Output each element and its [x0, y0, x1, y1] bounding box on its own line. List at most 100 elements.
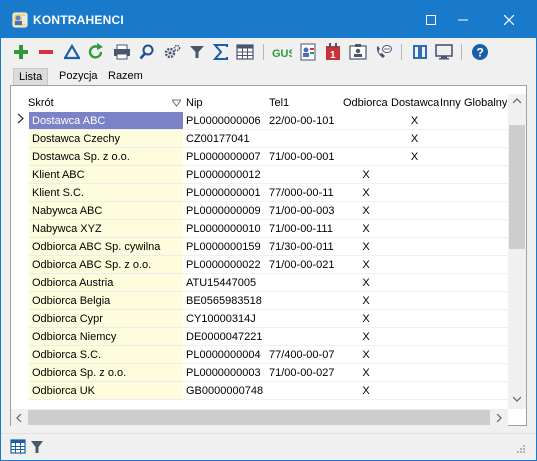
tab-pozycja[interactable]: Pozycja — [54, 68, 103, 85]
cell-globalny[interactable] — [463, 202, 508, 220]
horizontal-scroll-thumb[interactable] — [28, 410, 490, 425]
cell-dostawca[interactable] — [390, 166, 439, 184]
cell-tel[interactable]: 71/00-00-027 — [266, 364, 342, 382]
cell-name[interactable]: Odbiorca S.C. — [29, 346, 183, 364]
cell-globalny[interactable] — [463, 184, 508, 202]
cell-globalny[interactable] — [463, 256, 508, 274]
cell-dostawca[interactable] — [390, 364, 439, 382]
cell-odbiorca[interactable]: X — [342, 382, 390, 400]
cell-tel[interactable] — [266, 274, 342, 292]
cell-inny[interactable] — [439, 328, 463, 346]
cell-dostawca[interactable] — [390, 220, 439, 238]
table-row[interactable]: Odbiorca UK GB0000000748 X — [11, 382, 508, 400]
cell-tel[interactable]: 71/00-00-003 — [266, 202, 342, 220]
cell-name[interactable]: Odbiorca Austria — [29, 274, 183, 292]
cell-globalny[interactable] — [463, 130, 508, 148]
phone-button[interactable] — [372, 41, 394, 63]
cell-globalny[interactable] — [463, 166, 508, 184]
cell-tel[interactable]: 71/00-00-021 — [266, 256, 342, 274]
contractors-grid[interactable]: Skrót Nip Tel1 Odbiorca Dostawca Inny Gl… — [10, 85, 527, 426]
cell-dostawca[interactable] — [390, 184, 439, 202]
status-filter-icon[interactable] — [29, 439, 45, 455]
table-row[interactable]: Dostawca Sp. z o.o. PL0000000007 71/00-00-… — [11, 148, 508, 166]
table-row[interactable]: Nabywca XYZ PL0000000010 71/00-00-111 X — [11, 220, 508, 238]
cell-name[interactable]: Nabywca XYZ — [29, 220, 183, 238]
table-row[interactable]: Odbiorca Cypr CY10000314J X — [11, 310, 508, 328]
cell-inny[interactable] — [439, 202, 463, 220]
cell-nip[interactable]: PL0000000001 — [183, 184, 266, 202]
cell-dostawca[interactable] — [390, 292, 439, 310]
cell-dostawca[interactable] — [390, 346, 439, 364]
cell-globalny[interactable] — [463, 382, 508, 400]
cell-dostawca[interactable]: X — [390, 148, 439, 166]
cell-odbiorca[interactable]: X — [342, 166, 390, 184]
maximize-button[interactable] — [419, 1, 443, 38]
table-row[interactable]: Nabywca ABC PL0000000009 71/00-00-003 X — [11, 202, 508, 220]
column-header-odbiorca[interactable]: Odbiorca — [343, 94, 388, 112]
print-button[interactable] — [111, 41, 133, 63]
column-header-name[interactable]: Skrót — [28, 94, 54, 112]
cell-dostawca[interactable]: X — [390, 112, 439, 130]
table-row[interactable]: Odbiorca Austria ATU15447005 X — [11, 274, 508, 292]
settings-button[interactable] — [161, 41, 183, 63]
close-button[interactable] — [486, 1, 532, 38]
cell-odbiorca[interactable]: X — [342, 238, 390, 256]
cell-tel[interactable] — [266, 382, 342, 400]
cell-tel[interactable] — [266, 292, 342, 310]
table-row[interactable]: Odbiorca Belgia BE0565983518 X — [11, 292, 508, 310]
cell-odbiorca[interactable]: X — [342, 310, 390, 328]
minimize-button[interactable] — [440, 1, 486, 38]
cell-globalny[interactable] — [463, 220, 508, 238]
cell-dostawca[interactable] — [390, 202, 439, 220]
cell-nip[interactable]: PL0000000007 — [183, 148, 266, 166]
cell-inny[interactable] — [439, 256, 463, 274]
cell-odbiorca[interactable]: X — [342, 184, 390, 202]
table-row[interactable]: Odbiorca Sp. z o.o. PL0000000003 71/00-00-… — [11, 364, 508, 382]
cell-inny[interactable] — [439, 382, 463, 400]
cell-globalny[interactable] — [463, 148, 508, 166]
columns-button[interactable] — [234, 41, 256, 63]
table-row[interactable]: Odbiorca Niemcy DE0000047221 X — [11, 328, 508, 346]
cell-odbiorca[interactable]: X — [342, 274, 390, 292]
table-row[interactable]: Klient ABC PL0000000012 X — [11, 166, 508, 184]
refresh-button[interactable] — [85, 41, 107, 63]
cell-nip[interactable]: PL0000000006 — [183, 112, 266, 130]
cell-tel[interactable] — [266, 130, 342, 148]
vertical-scrollbar[interactable] — [508, 94, 526, 409]
horizontal-scrollbar[interactable] — [11, 409, 508, 426]
resize-grip-icon[interactable] — [516, 444, 526, 454]
cell-inny[interactable] — [439, 130, 463, 148]
title-bar[interactable]: KONTRAHENCI — [1, 1, 536, 38]
cell-inny[interactable] — [439, 274, 463, 292]
cell-nip[interactable]: GB0000000748 — [183, 382, 266, 400]
cell-nip[interactable]: PL0000000022 — [183, 256, 266, 274]
cell-nip[interactable]: PL0000000012 — [183, 166, 266, 184]
cell-globalny[interactable] — [463, 310, 508, 328]
cell-inny[interactable] — [439, 238, 463, 256]
cell-tel[interactable]: 71/00-00-001 — [266, 148, 342, 166]
cell-dostawca[interactable] — [390, 238, 439, 256]
cell-globalny[interactable] — [463, 346, 508, 364]
cell-tel[interactable]: 22/00-00-101 — [266, 112, 342, 130]
cell-inny[interactable] — [439, 184, 463, 202]
cell-nip[interactable]: PL0000000004 — [183, 346, 266, 364]
grid-view-icon[interactable] — [10, 439, 26, 455]
cell-dostawca[interactable] — [390, 310, 439, 328]
table-row[interactable]: Odbiorca ABC Sp. cywilna PL0000000159 71/3… — [11, 238, 508, 256]
cell-dostawca[interactable] — [390, 274, 439, 292]
remove-button[interactable] — [35, 41, 57, 63]
cell-nip[interactable]: PL0000000159 — [183, 238, 266, 256]
cell-nip[interactable]: CY10000314J — [183, 310, 266, 328]
cell-odbiorca[interactable]: X — [342, 346, 390, 364]
column-header-nip[interactable]: Nip — [186, 94, 203, 112]
table-row[interactable]: Odbiorca S.C. PL0000000004 77/400-00-07 X — [11, 346, 508, 364]
column-header-inny[interactable]: Inny — [440, 94, 461, 112]
cell-globalny[interactable] — [463, 292, 508, 310]
tab-razem[interactable]: Razem — [103, 68, 148, 85]
cell-odbiorca[interactable]: X — [342, 292, 390, 310]
cell-dostawca[interactable] — [390, 256, 439, 274]
cell-name[interactable]: Dostawca Czechy — [29, 130, 183, 148]
table-row[interactable]: Odbiorca ABC Sp. z o.o. PL0000000022 71/00… — [11, 256, 508, 274]
filter-delta-button[interactable] — [61, 41, 83, 63]
cell-name[interactable]: Nabywca ABC — [29, 202, 183, 220]
